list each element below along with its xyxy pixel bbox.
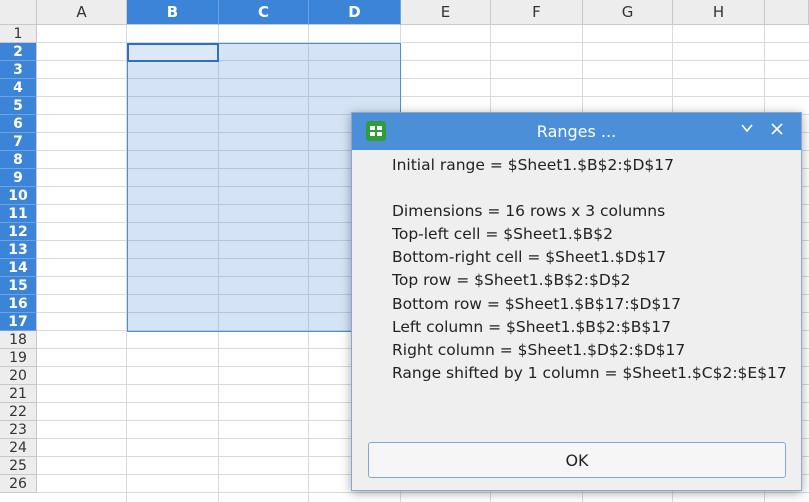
- row-header-24[interactable]: 24: [0, 439, 37, 457]
- row-header-22[interactable]: 22: [0, 403, 37, 421]
- row-header-3[interactable]: 3: [0, 61, 37, 79]
- row-header-17[interactable]: 17: [0, 313, 37, 331]
- column-header-a[interactable]: A: [37, 0, 127, 25]
- dialog-message: Initial range = $Sheet1.$B$2:$D$17 Dimen…: [392, 154, 787, 385]
- row-header-11[interactable]: 11: [0, 205, 37, 223]
- row-header-14[interactable]: 14: [0, 259, 37, 277]
- column-header-b[interactable]: B: [127, 0, 219, 25]
- row-gridline: [37, 492, 809, 493]
- row-header-20[interactable]: 20: [0, 367, 37, 385]
- row-header-8[interactable]: 8: [0, 151, 37, 169]
- column-header-e[interactable]: E: [401, 0, 491, 25]
- column-header-f[interactable]: F: [491, 0, 583, 25]
- column-header-partial[interactable]: [765, 0, 809, 25]
- ok-button[interactable]: OK: [368, 442, 786, 478]
- column-header-g[interactable]: G: [583, 0, 673, 25]
- row-header-2[interactable]: 2: [0, 43, 37, 61]
- message-line: Bottom row = $Sheet1.$B$17:$D$17: [392, 294, 681, 313]
- message-line: Top-left cell = $Sheet1.$B$2: [392, 225, 613, 244]
- row-header-23[interactable]: 23: [0, 421, 37, 439]
- row-header-9[interactable]: 9: [0, 169, 37, 187]
- ranges-dialog: Ranges ... Initial range = $Sheet1.$B$2:…: [351, 112, 802, 491]
- dialog-titlebar[interactable]: Ranges ...: [352, 113, 801, 150]
- row-header-10[interactable]: 10: [0, 187, 37, 205]
- row-header-4[interactable]: 4: [0, 79, 37, 97]
- row-header-19[interactable]: 19: [0, 349, 37, 367]
- column-header-h[interactable]: H: [673, 0, 765, 25]
- message-line: [392, 177, 787, 200]
- row-header-18[interactable]: 18: [0, 331, 37, 349]
- message-line: Range shifted by 1 column = $Sheet1.$C$2…: [392, 363, 787, 382]
- row-header-1[interactable]: 1: [0, 25, 37, 43]
- message-line: Bottom-right cell = $Sheet1.$D$17: [392, 248, 667, 267]
- message-line: Dimensions = 16 rows x 3 columns: [392, 202, 666, 221]
- row-header-26[interactable]: 26: [0, 475, 37, 493]
- active-cell[interactable]: [127, 43, 219, 62]
- chevron-down-icon[interactable]: [737, 121, 757, 141]
- dialog-title: Ranges ...: [536, 122, 617, 141]
- message-line: Right column = $Sheet1.$D$2:$D$17: [392, 340, 686, 359]
- row-header-5[interactable]: 5: [0, 97, 37, 115]
- column-header-d[interactable]: D: [309, 0, 401, 25]
- column-header-c[interactable]: C: [219, 0, 309, 25]
- row-header-25[interactable]: 25: [0, 457, 37, 475]
- message-line: Left column = $Sheet1.$B$2:$B$17: [392, 317, 671, 336]
- row-header-16[interactable]: 16: [0, 295, 37, 313]
- row-header-12[interactable]: 12: [0, 223, 37, 241]
- message-line: Initial range = $Sheet1.$B$2:$D$17: [392, 156, 675, 174]
- row-header-15[interactable]: 15: [0, 277, 37, 295]
- row-header-21[interactable]: 21: [0, 385, 37, 403]
- row-header-6[interactable]: 6: [0, 115, 37, 133]
- row-header-13[interactable]: 13: [0, 241, 37, 259]
- close-icon[interactable]: [767, 121, 787, 141]
- row-header-7[interactable]: 7: [0, 133, 37, 151]
- select-all-corner[interactable]: [0, 0, 37, 25]
- message-line: Top row = $Sheet1.$B$2:$D$2: [392, 271, 631, 290]
